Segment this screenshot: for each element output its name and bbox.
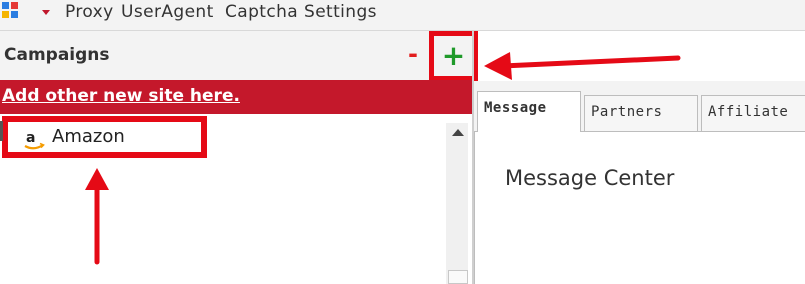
app-grid-icon[interactable]	[2, 2, 20, 22]
tab-affiliate[interactable]: Affiliate	[701, 95, 805, 131]
site-list-scrollbar[interactable]	[446, 123, 468, 284]
add-site-hint[interactable]: Add other new site here.	[2, 86, 240, 106]
site-name: Amazon	[52, 126, 125, 147]
plus-icon: +	[441, 39, 466, 72]
site-list: a Amazon	[0, 114, 472, 284]
annotation-arrow-left-icon	[484, 52, 681, 80]
remove-campaign-button[interactable]: -	[403, 41, 423, 67]
message-panel: Message Partners Affiliate Message Cente…	[474, 81, 805, 284]
menu-item-proxy[interactable]: Proxy	[65, 2, 114, 22]
message-center-heading: Message Center	[505, 166, 675, 190]
menu-item-useragent[interactable]: UserAgent	[121, 2, 214, 22]
menu-item-settings[interactable]: Settings	[304, 2, 377, 22]
dropdown-caret-icon[interactable]	[42, 10, 50, 15]
campaigns-header: Campaigns - +	[0, 31, 478, 81]
svg-text:a: a	[26, 130, 35, 146]
add-campaign-button[interactable]: +	[429, 31, 478, 81]
left-edge-marker	[0, 121, 3, 141]
site-item-amazon[interactable]: a Amazon	[2, 116, 207, 158]
scrollbar-thumb[interactable]	[448, 270, 468, 284]
annotation-arrow-up-icon	[85, 168, 109, 265]
tab-strip: Message Partners Affiliate	[474, 81, 805, 132]
campaigns-title: Campaigns	[4, 45, 110, 65]
tab-panel-border	[474, 131, 475, 284]
menu-bar: Proxy UserAgent Captcha Settings	[0, 0, 805, 31]
menu-item-captcha[interactable]: Captcha	[225, 2, 298, 22]
tab-message[interactable]: Message	[477, 91, 581, 132]
tab-partners[interactable]: Partners	[584, 95, 698, 131]
campaigns-panel: Campaigns - + Add other new site here. a…	[0, 31, 478, 284]
add-site-banner: Add other new site here.	[0, 80, 472, 114]
amazon-icon: a	[24, 130, 45, 150]
scroll-up-arrow-icon[interactable]	[452, 129, 464, 136]
